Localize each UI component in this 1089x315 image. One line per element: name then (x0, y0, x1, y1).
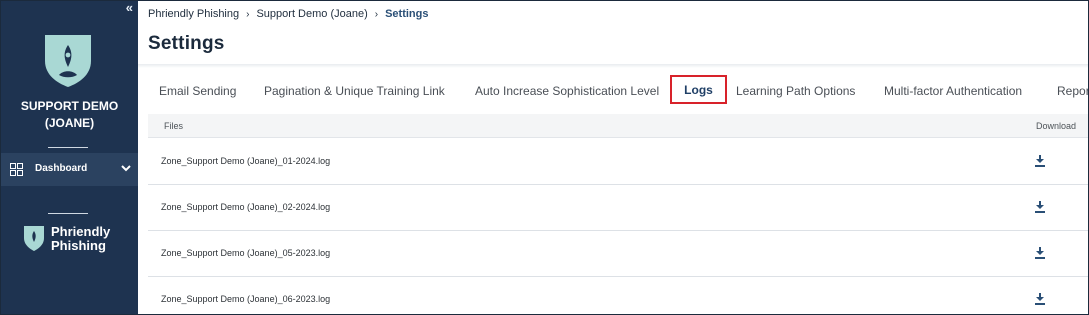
download-icon[interactable] (1034, 246, 1046, 259)
brand-shield-icon (24, 226, 44, 251)
log-file-name: Zone_Support Demo (Joane)_06-2023.log (161, 294, 331, 304)
tab-learning-path-options[interactable]: Learning Path Options (736, 75, 855, 107)
tab-reports[interactable]: Repor (1057, 75, 1088, 107)
sidebar: « SUPPORT DEMO (JOANE) Dashboard Phriend… (1, 1, 138, 314)
breadcrumb-current: Settings (385, 8, 429, 20)
tab-multi-factor-auth[interactable]: Multi-factor Authentication (884, 75, 1022, 107)
table-row: Zone_Support Demo (Joane)_05-2023.log (148, 231, 1088, 277)
download-icon[interactable] (1034, 292, 1046, 305)
tab-email-sending[interactable]: Email Sending (159, 75, 236, 107)
header-divider (138, 64, 1088, 68)
table-row: Zone_Support Demo (Joane)_06-2023.log (148, 277, 1088, 314)
breadcrumb-separator: › (246, 8, 250, 20)
sidebar-item-dashboard[interactable]: Dashboard (1, 153, 138, 186)
brand-wordmark: Phriendly Phishing (51, 225, 110, 253)
app-window: « SUPPORT DEMO (JOANE) Dashboard Phriend… (0, 0, 1089, 315)
tab-logs[interactable]: Logs (670, 75, 727, 104)
org-name: SUPPORT DEMO (JOANE) (1, 98, 138, 132)
table-row: Zone_Support Demo (Joane)_02-2024.log (148, 185, 1088, 231)
breadcrumb-link-home[interactable]: Phriendly Phishing (148, 8, 239, 20)
log-file-name: Zone_Support Demo (Joane)_01-2024.log (161, 156, 331, 166)
breadcrumb: Phriendly Phishing › Support Demo (Joane… (148, 8, 429, 20)
sidebar-item-label: Dashboard (35, 163, 88, 174)
sidebar-divider (48, 213, 88, 214)
collapse-sidebar-icon[interactable]: « (126, 1, 133, 14)
dashboard-grid-icon (10, 163, 23, 176)
breadcrumb-link-org[interactable]: Support Demo (Joane) (256, 8, 367, 20)
settings-tabs: Email Sending Pagination & Unique Traini… (138, 75, 1088, 107)
org-shield-logo (45, 35, 91, 87)
tab-auto-increase-sophistication[interactable]: Auto Increase Sophistication Level (475, 75, 659, 107)
sidebar-divider (48, 147, 88, 148)
brand-line2: Phishing (51, 238, 106, 253)
brand-line1: Phriendly (51, 224, 111, 239)
org-name-line1: SUPPORT DEMO (20, 99, 119, 113)
brand-logo: Phriendly Phishing (23, 223, 123, 259)
chevron-down-icon[interactable] (120, 162, 132, 174)
tab-pagination-training-link[interactable]: Pagination & Unique Training Link (264, 75, 445, 107)
download-icon[interactable] (1034, 200, 1046, 213)
main-content: Phriendly Phishing › Support Demo (Joane… (138, 1, 1088, 314)
log-file-name: Zone_Support Demo (Joane)_02-2024.log (161, 202, 331, 212)
breadcrumb-separator: › (374, 8, 379, 20)
download-icon[interactable] (1034, 154, 1046, 167)
org-name-line2: (JOANE) (44, 116, 95, 130)
table-header: Files Download (148, 114, 1088, 138)
log-file-name: Zone_Support Demo (Joane)_05-2023.log (161, 248, 331, 258)
column-header-files: Files (164, 121, 184, 131)
table-row: Zone_Support Demo (Joane)_01-2024.log (148, 139, 1088, 185)
column-header-download: Download (1036, 121, 1077, 131)
page-title: Settings (148, 33, 225, 54)
